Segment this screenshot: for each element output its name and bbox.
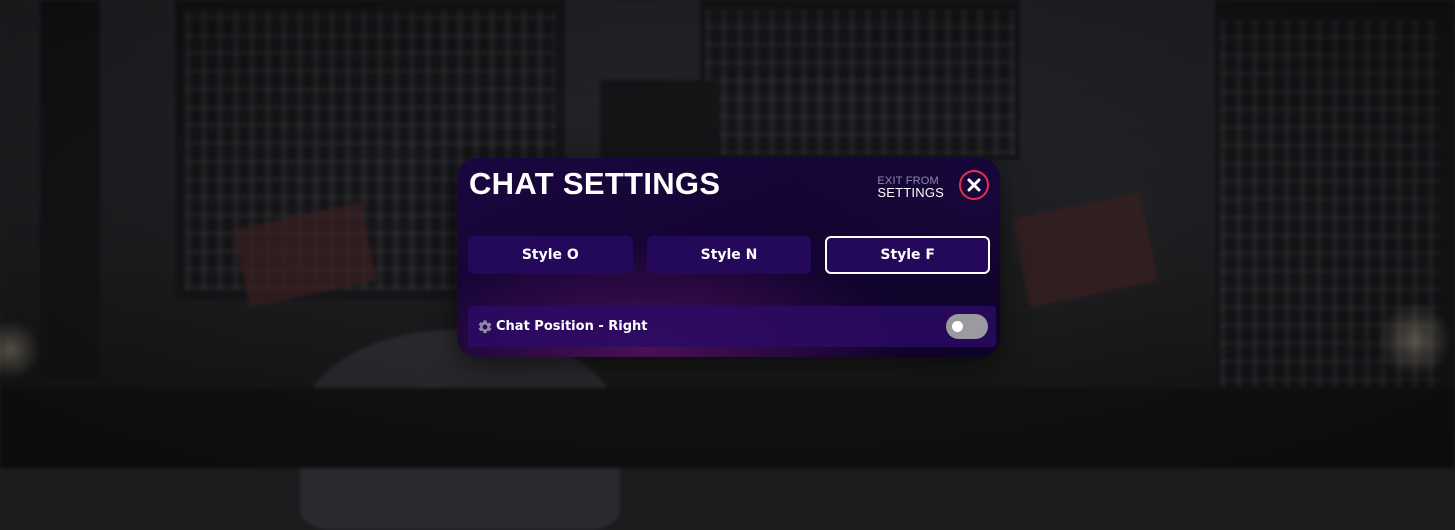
style-f-button[interactable]: Style F (825, 236, 991, 274)
panel-title: CHAT SETTINGS (469, 166, 721, 201)
gear-icon (477, 319, 493, 335)
chat-settings-panel: CHAT SETTINGS EXIT FROM SETTINGS Style O… (457, 158, 1000, 357)
toggle-knob (952, 321, 963, 332)
close-icon (967, 178, 981, 192)
style-selector: Style O Style N Style F (468, 236, 991, 274)
chat-position-setting: Chat Position - Right (468, 306, 996, 347)
chat-position-toggle[interactable] (946, 314, 988, 339)
style-n-button[interactable]: Style N (646, 236, 812, 274)
chat-position-label: Chat Position - Right (496, 319, 648, 334)
style-o-button[interactable]: Style O (468, 236, 633, 274)
exit-settings-label[interactable]: EXIT FROM SETTINGS (877, 175, 944, 199)
close-button[interactable] (959, 170, 989, 200)
exit-label-line2: SETTINGS (877, 185, 944, 200)
